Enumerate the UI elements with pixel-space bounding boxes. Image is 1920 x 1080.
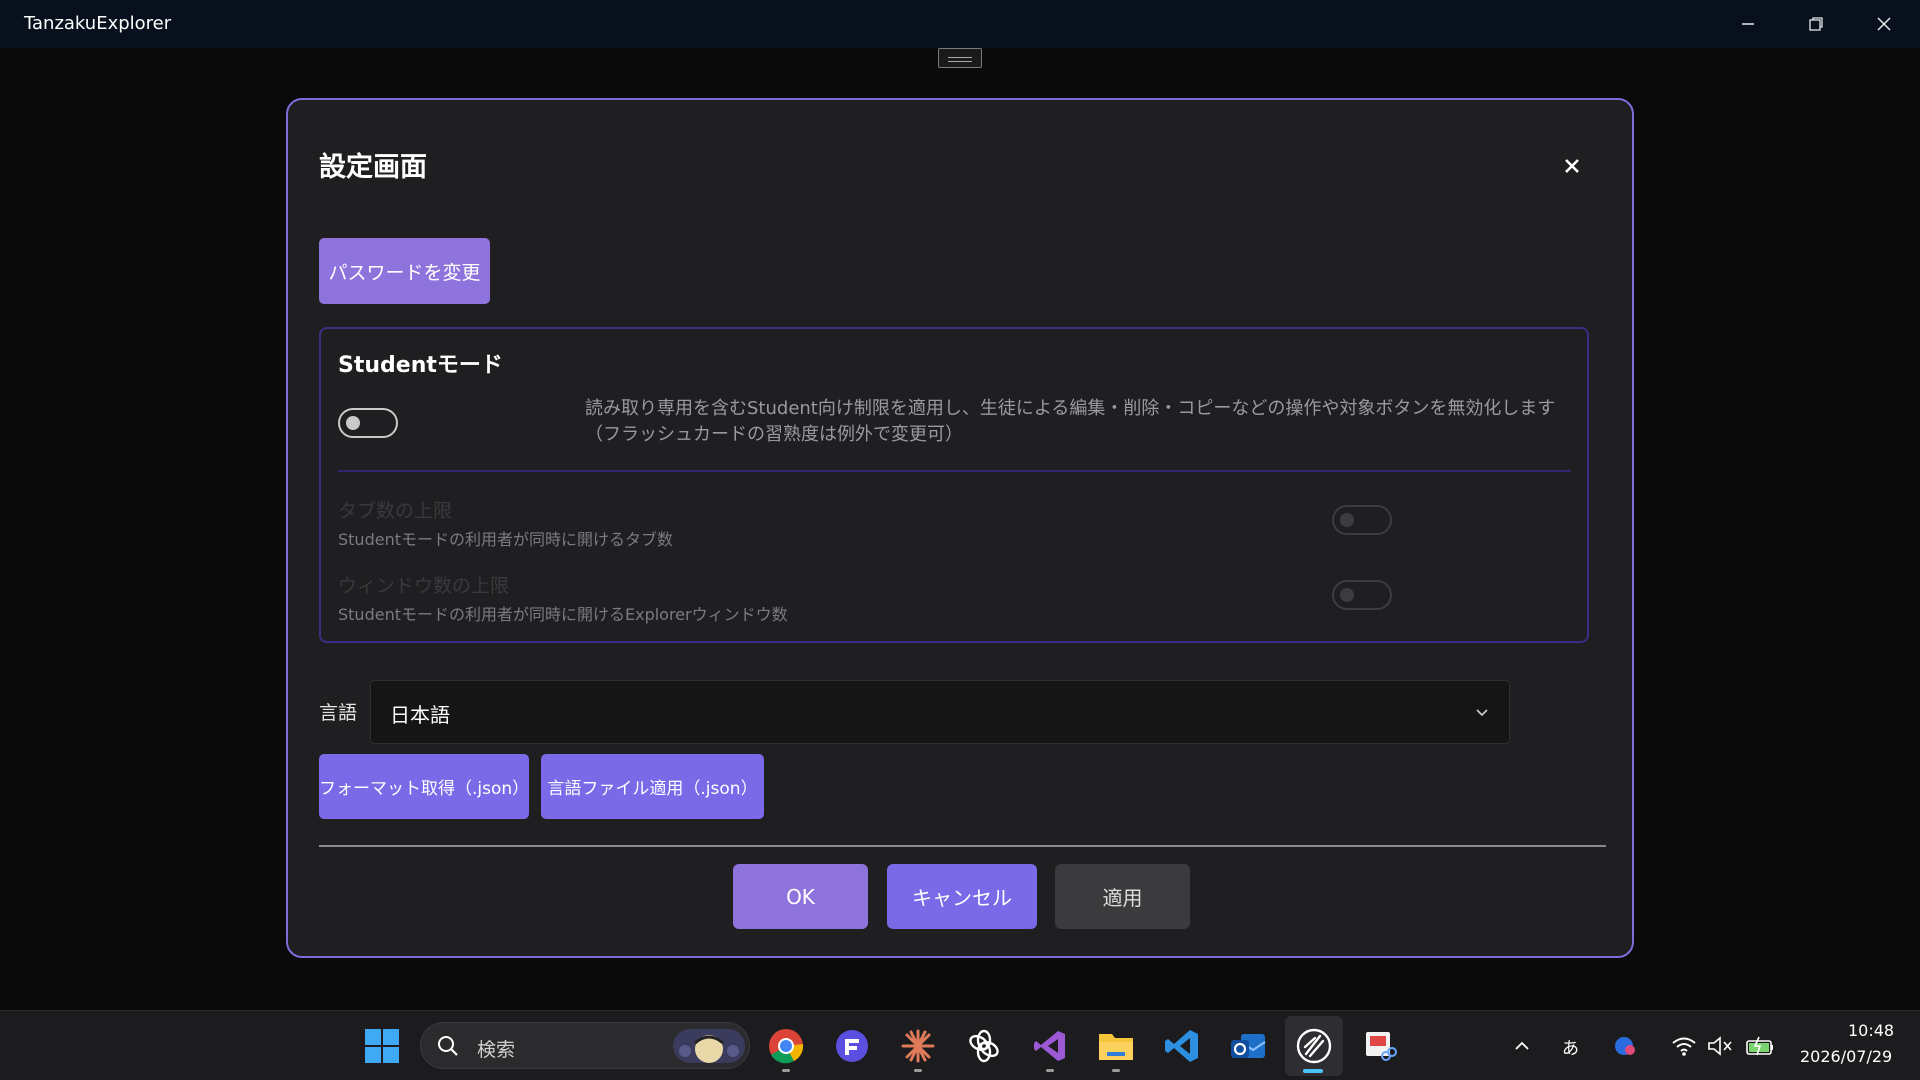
clock-time[interactable]: 10:48 [1848, 1021, 1894, 1040]
copilot-icon [1615, 1037, 1635, 1055]
language-label: 言語 [319, 702, 358, 724]
tab-limit-description: Studentモードの利用者が同時に開けるタブ数 [338, 530, 673, 549]
divider [338, 470, 1571, 472]
taskbar-files-app[interactable] [830, 1024, 874, 1068]
tab-limit-toggle[interactable] [1332, 505, 1392, 535]
toggle-knob [1340, 588, 1354, 602]
taskbar-file-explorer[interactable] [1094, 1024, 1138, 1068]
student-mode-description: 読み取り専用を含むStudent向け制限を適用し、生徒による編集・削除・コピーな… [585, 398, 1556, 445]
student-mode-toggle[interactable] [338, 408, 398, 438]
battery-charging-icon [1746, 1036, 1773, 1056]
outlook-icon [1231, 1034, 1266, 1058]
dialog-close-button[interactable] [1556, 150, 1588, 182]
dialog-title: 設定画面 [319, 152, 427, 183]
volume-button[interactable] [1700, 1024, 1740, 1068]
search-highlight-icon [673, 1029, 745, 1063]
network-button[interactable] [1664, 1024, 1704, 1068]
minimize-icon [1742, 23, 1754, 25]
files-app-icon [836, 1030, 868, 1062]
search-icon [438, 1036, 458, 1056]
close-window-button[interactable] [1850, 0, 1918, 48]
taskbar: 検索 あ 10:48 2026/07/29 [0, 1010, 1920, 1080]
minimize-button[interactable] [1714, 0, 1782, 48]
student-mode-title: Studentモード [338, 353, 503, 378]
toggle-knob [1340, 513, 1354, 527]
battery-button[interactable] [1740, 1024, 1780, 1068]
search-placeholder: 検索 [477, 1039, 516, 1061]
cancel-button[interactable]: キャンセル [887, 864, 1037, 929]
running-indicator [914, 1069, 922, 1072]
window-limit-toggle[interactable] [1332, 580, 1392, 610]
taskbar-claude[interactable] [896, 1024, 940, 1068]
snipping-tool-icon [1366, 1032, 1397, 1061]
window-title: TanzakuExplorer [24, 13, 172, 34]
chevron-up-icon [1515, 1041, 1529, 1050]
ok-button[interactable]: OK [733, 864, 868, 929]
taskbar-tanzaku-explorer[interactable] [1292, 1024, 1336, 1068]
taskbar-snipping-tool[interactable] [1358, 1024, 1402, 1068]
windows-start-icon [365, 1029, 399, 1063]
window-limit-description: Studentモードの利用者が同時に開けるExplorerウィンドウ数 [338, 605, 788, 624]
claude-icon [901, 1029, 935, 1063]
taskbar-outlook[interactable] [1226, 1024, 1270, 1068]
chevron-down-icon [1476, 709, 1488, 717]
running-indicator [1112, 1069, 1120, 1072]
show-hidden-icons-button[interactable] [1502, 1024, 1542, 1068]
apply-button[interactable]: 適用 [1055, 864, 1190, 929]
get-format-button[interactable]: フォーマット取得（.json） [319, 754, 529, 819]
wifi-icon [1672, 1037, 1696, 1056]
toggle-knob [346, 416, 360, 430]
student-mode-section: Studentモード 読み取り専用を含むStudent向け制限を適用し、生徒によ… [319, 327, 1589, 643]
start-button[interactable] [360, 1024, 404, 1068]
language-select[interactable]: 日本語 [370, 680, 1510, 744]
chatgpt-icon [969, 1029, 999, 1063]
ime-indicator[interactable]: あ [1562, 1034, 1579, 1059]
taskbar-vscode[interactable] [1160, 1024, 1204, 1068]
tab-limit-title: タブ数の上限 [338, 500, 453, 522]
settings-dialog: 設定画面 パスワードを変更 Studentモード 読み取り専用を含むStuden… [286, 98, 1634, 958]
drag-handle[interactable] [938, 48, 982, 68]
close-icon [1565, 159, 1579, 173]
change-password-button[interactable]: パスワードを変更 [319, 238, 490, 304]
taskbar-visual-studio[interactable] [1028, 1024, 1072, 1068]
running-indicator [782, 1069, 790, 1072]
taskbar-chatgpt[interactable] [962, 1024, 1006, 1068]
window-limit-title: ウィンドウ数の上限 [338, 575, 510, 597]
close-icon [1877, 17, 1891, 31]
active-indicator [1303, 1069, 1323, 1073]
visual-studio-icon [1034, 1031, 1065, 1061]
language-selected-value: 日本語 [390, 703, 450, 727]
tanzaku-explorer-icon [1296, 1028, 1332, 1064]
speaker-muted-icon [1708, 1036, 1732, 1056]
chrome-icon [769, 1029, 804, 1064]
restore-icon [1809, 17, 1823, 31]
restore-button[interactable] [1782, 0, 1850, 48]
tray-copilot[interactable] [1606, 1024, 1646, 1068]
apply-language-file-button[interactable]: 言語ファイル適用（.json） [541, 754, 764, 819]
taskbar-search[interactable]: 検索 [420, 1022, 750, 1069]
taskbar-chrome[interactable] [764, 1024, 808, 1068]
vscode-icon [1165, 1030, 1198, 1062]
running-indicator [1046, 1069, 1054, 1072]
file-explorer-icon [1099, 1034, 1133, 1060]
clock-date[interactable]: 2026/07/29 [1800, 1047, 1892, 1066]
title-bar: TanzakuExplorer [0, 0, 1920, 48]
footer-divider [319, 845, 1606, 847]
